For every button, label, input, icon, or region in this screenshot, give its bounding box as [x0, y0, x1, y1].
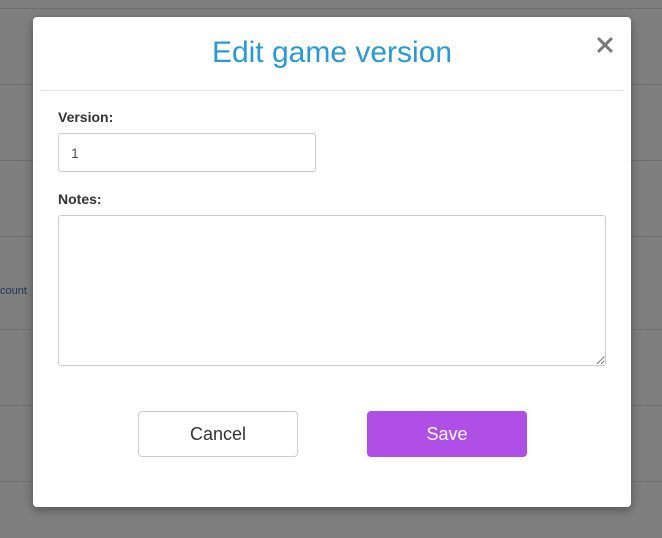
edit-version-modal: Edit game version Version: Notes: Cancel…	[33, 17, 631, 507]
background-row-divider	[0, 8, 662, 9]
modal-header: Edit game version	[41, 17, 623, 91]
close-icon	[597, 37, 613, 53]
notes-label: Notes:	[58, 191, 102, 207]
cancel-button[interactable]: Cancel	[138, 411, 298, 457]
background-account-link: count	[0, 285, 27, 297]
modal-title: Edit game version	[211, 36, 453, 69]
save-button[interactable]: Save	[367, 411, 527, 457]
close-button[interactable]	[595, 35, 615, 55]
notes-textarea[interactable]	[58, 215, 606, 366]
version-label: Version:	[58, 109, 114, 125]
version-input[interactable]	[58, 133, 316, 172]
